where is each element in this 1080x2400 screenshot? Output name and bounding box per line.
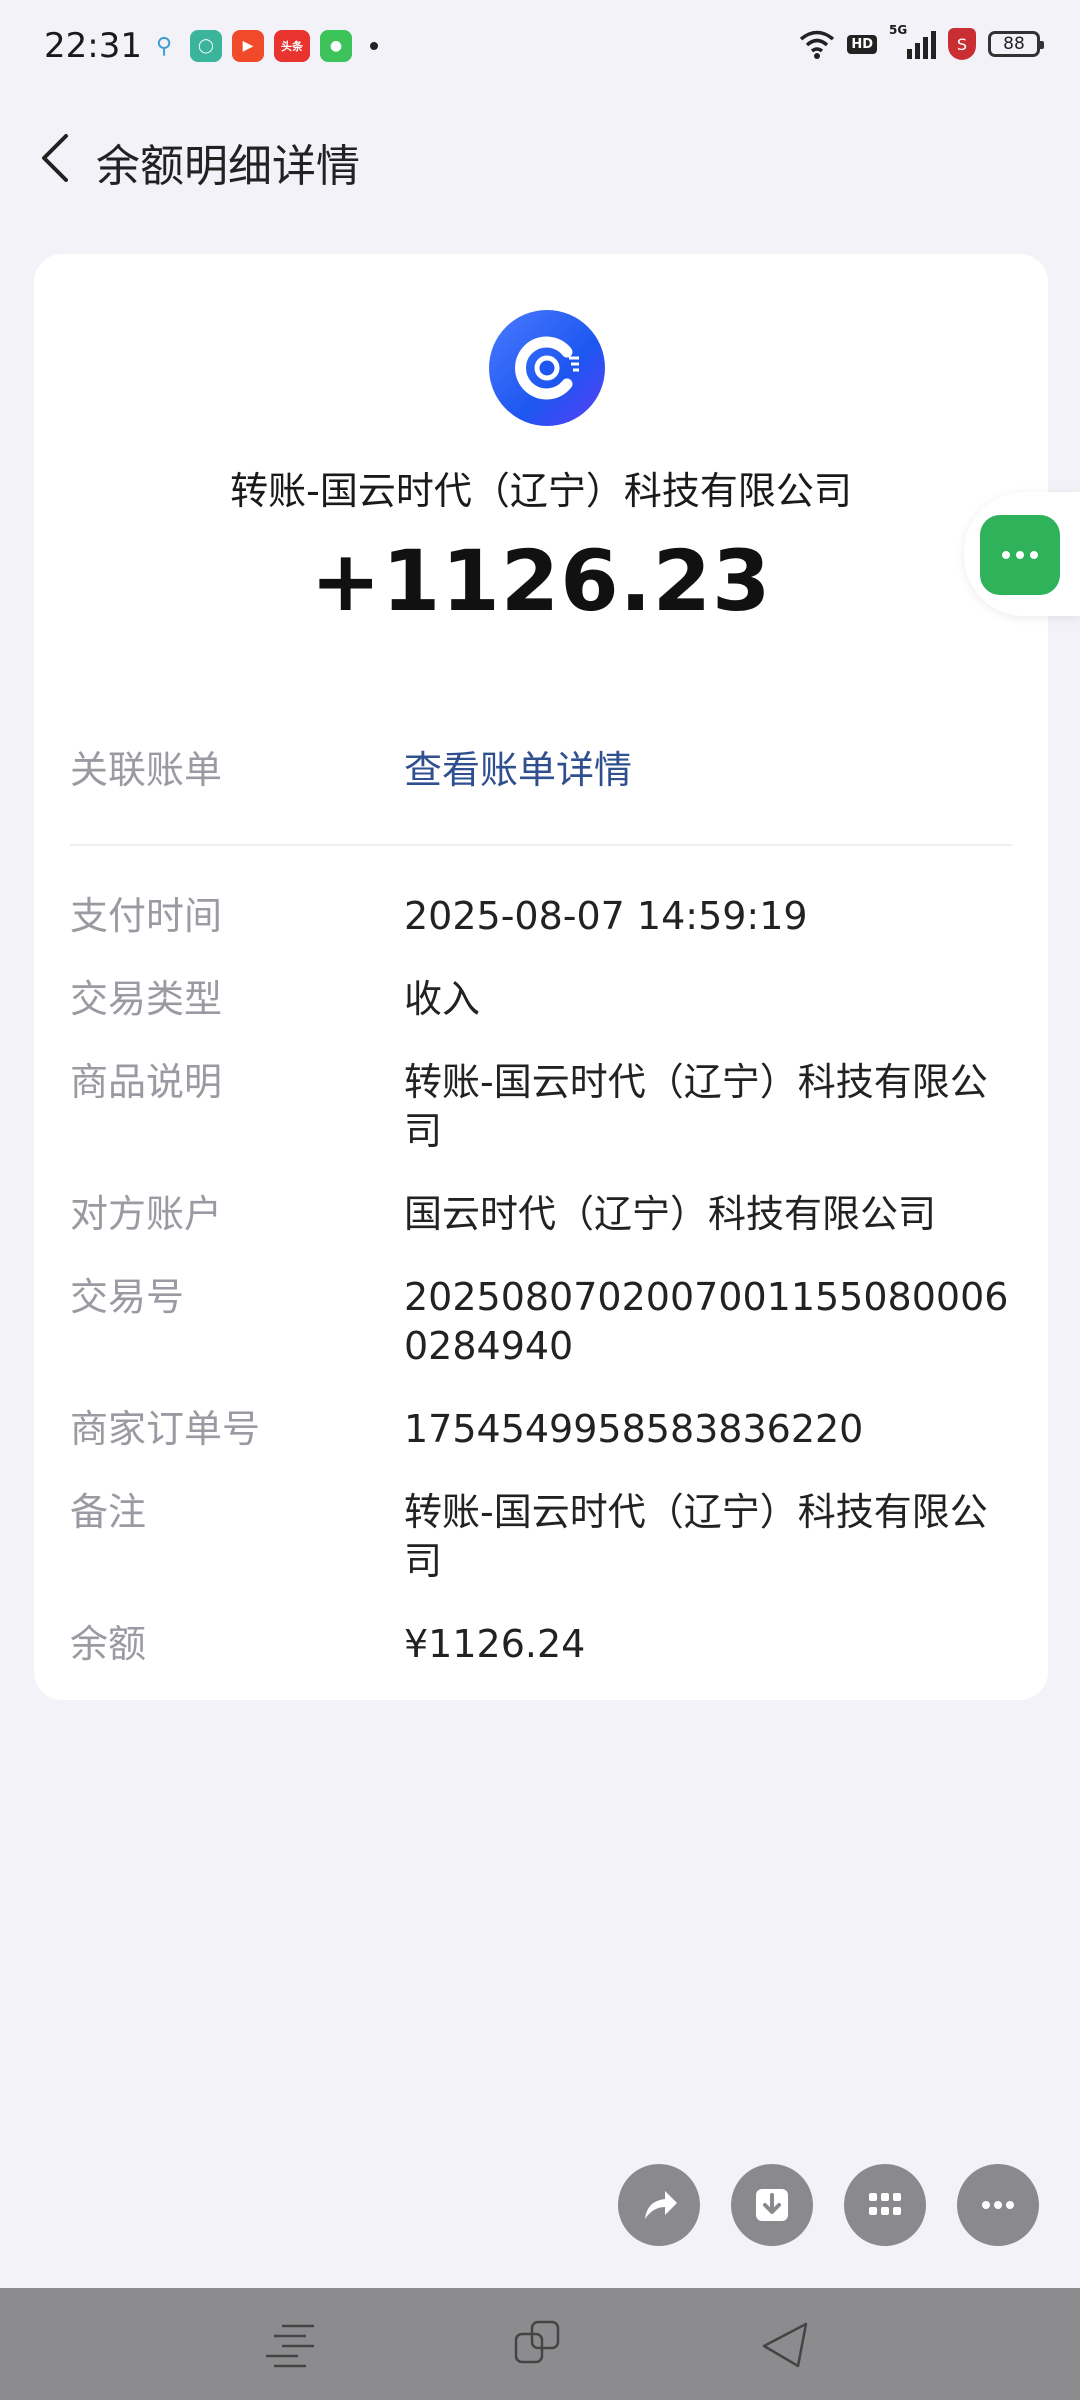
toutiao-app-icon: 头条	[274, 30, 310, 62]
detail-label: 备注	[70, 1490, 147, 1534]
floating-chat-button[interactable]	[980, 515, 1060, 595]
status-time: 22:31	[44, 26, 142, 66]
detail-row-description: 商品说明 转账-国云时代（辽宁）科技有限公司	[70, 1058, 1010, 1156]
page-header: 余额明细详情	[0, 110, 1080, 206]
video-app-icon: ▶	[232, 30, 264, 62]
system-nav-bar	[0, 2288, 1080, 2400]
merchant-logo-icon	[489, 310, 605, 426]
detail-label: 对方账户	[70, 1192, 223, 1236]
detail-row-remark: 备注 转账-国云时代（辽宁）科技有限公司	[70, 1488, 1010, 1586]
detail-value[interactable]: 2025080702007001155080006028494​0	[404, 1273, 1010, 1371]
grid-icon	[869, 2193, 901, 2215]
detail-row-balance: 余额 ¥1126.24	[70, 1620, 1010, 1669]
detail-label: 余额	[70, 1622, 147, 1666]
recents-button[interactable]	[510, 2316, 570, 2372]
notification-dot-icon	[370, 42, 378, 50]
back-icon	[762, 2322, 808, 2368]
chevron-left-icon	[42, 134, 68, 182]
detail-value: 收入	[404, 977, 481, 1021]
detail-value: 2025-08-07 14:59:19	[404, 894, 808, 938]
battery-level: 88	[1003, 34, 1025, 54]
network-type-label: 5G	[889, 23, 908, 37]
more-icon	[982, 2201, 1014, 2209]
detail-label: 商家订单号	[70, 1407, 261, 1451]
detail-label: 交易类型	[70, 977, 223, 1021]
detail-row-pay-time: 支付时间 2025-08-07 14:59:19	[70, 892, 1010, 941]
detail-row-order-id: 商家订单号 1754549958583836220	[70, 1405, 1010, 1454]
hd-icon: HD	[847, 34, 877, 54]
detail-value[interactable]: 1754549958583836220	[404, 1405, 1010, 1454]
view-bill-link[interactable]: 查看账单详情	[404, 746, 1010, 795]
linked-bill-label: 关联账单	[70, 748, 223, 792]
search-icon: ⚲	[155, 33, 173, 59]
transaction-amount: +1126.23	[310, 532, 772, 630]
menu-icon	[266, 2324, 314, 2368]
detail-label: 交易号	[70, 1275, 185, 1319]
merchant-name: 转账-国云时代（辽宁）科技有限公司	[230, 469, 852, 513]
status-left-icons: ⚲ ◯ ▶ 头条 ●	[148, 30, 378, 62]
shield-app-icon: ◯	[190, 30, 222, 62]
share-icon	[645, 2191, 677, 2219]
menu-button[interactable]	[260, 2316, 320, 2372]
detail-value: ¥1126.24	[404, 1622, 586, 1666]
status-bar: 22:31 ⚲ ◯ ▶ 头条 ● HD 5G S 88	[0, 0, 1080, 96]
detail-label: 商品说明	[70, 1060, 223, 1104]
page-title: 余额明细详情	[96, 141, 360, 192]
green-app-icon: ●	[320, 30, 352, 62]
detail-value: 国云时代（辽宁）科技有限公司	[404, 1192, 937, 1236]
signal-5g-icon: 5G	[889, 23, 936, 59]
detail-value: 转账-国云时代（辽宁）科技有限公司	[404, 1490, 988, 1583]
grid-button[interactable]	[844, 2164, 926, 2246]
back-button[interactable]	[28, 128, 84, 188]
detail-value: 转账-国云时代（辽宁）科技有限公司	[404, 1060, 988, 1153]
detail-label: 支付时间	[70, 894, 223, 938]
detail-row-transaction-id: 交易号 2025080702007001155080006028494​0	[70, 1273, 1010, 1371]
detail-row-counterparty: 对方账户 国云时代（辽宁）科技有限公司	[70, 1190, 1010, 1239]
download-button[interactable]	[731, 2164, 813, 2246]
detail-card: 转账-国云时代（辽宁）科技有限公司 +1126.23 关联账单 查看账单详情 支…	[34, 254, 1048, 1700]
status-right-icons: HD 5G S 88	[799, 23, 1044, 60]
divider	[70, 844, 1012, 846]
linked-bill-row: 关联账单 查看账单详情	[70, 746, 1010, 795]
more-button[interactable]	[957, 2164, 1039, 2246]
recents-icon	[514, 2320, 560, 2364]
wifi-icon	[800, 30, 835, 59]
detail-row-type: 交易类型 收入	[70, 975, 1010, 1024]
download-icon	[756, 2189, 788, 2221]
security-icon: S	[948, 28, 976, 60]
share-button[interactable]	[618, 2164, 700, 2246]
battery-icon: 88	[988, 31, 1044, 57]
back-nav-button[interactable]	[756, 2316, 816, 2372]
